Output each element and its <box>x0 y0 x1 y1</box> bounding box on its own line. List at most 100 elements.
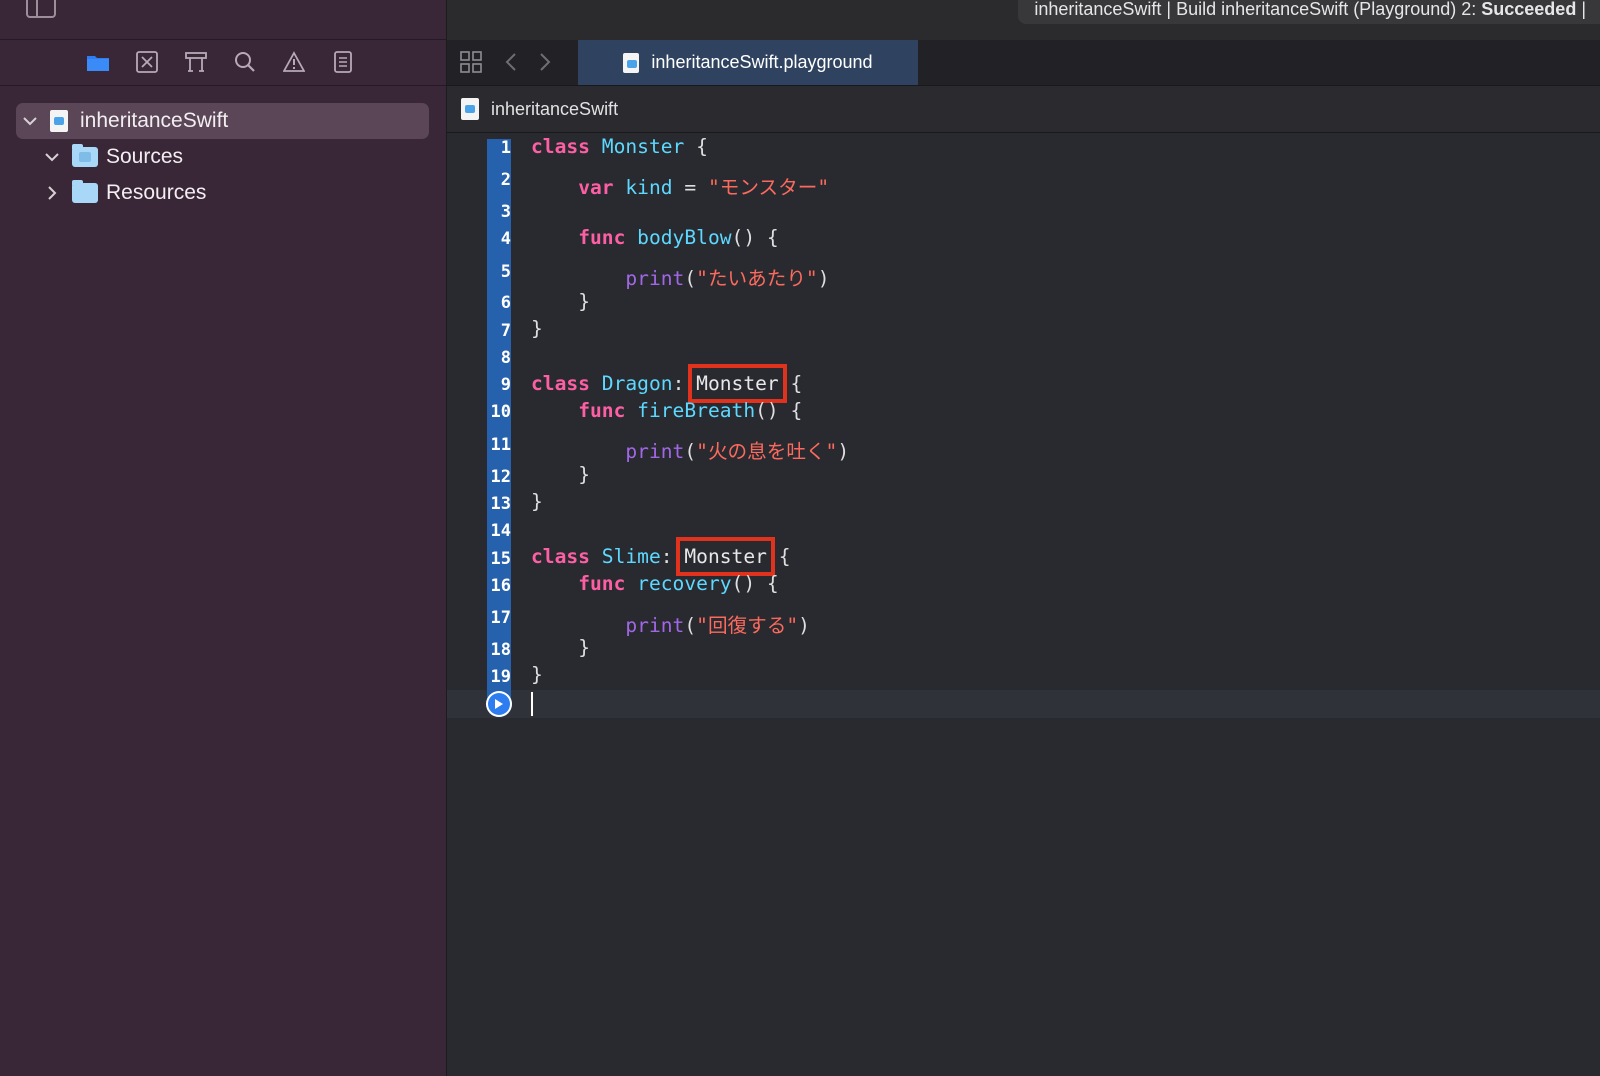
string-literal: "火の息を吐く" <box>696 440 838 463</box>
forward-arrow-icon[interactable] <box>533 50 557 74</box>
line-number: 19 <box>490 667 511 687</box>
line-number: 6 <box>500 293 511 313</box>
project-tree: inheritanceSwift Sources Resources <box>16 103 429 211</box>
type-name: Slime <box>601 545 661 568</box>
symbol-icon[interactable] <box>184 50 208 74</box>
tree-item-sources[interactable]: Sources <box>16 139 429 175</box>
folder-icon[interactable] <box>86 50 110 74</box>
back-arrow-icon[interactable] <box>499 50 523 74</box>
tree-item-resources[interactable]: Resources <box>16 175 429 211</box>
line-number: 1 <box>500 138 511 158</box>
tab-label: inheritanceSwift.playground <box>651 52 873 72</box>
punctuation: () { <box>731 572 779 595</box>
punctuation: { <box>766 545 791 568</box>
line-number: 9 <box>500 375 511 395</box>
divider <box>0 85 446 86</box>
superclass-highlight: Monster <box>676 537 775 576</box>
punctuation: () { <box>731 226 779 249</box>
code-line: print("回復する") <box>531 609 810 638</box>
keyword: func <box>578 226 626 249</box>
line-number: 2 <box>500 170 511 190</box>
code-line: } <box>531 490 543 513</box>
tree-item-label: Sources <box>106 145 184 168</box>
function-name: bodyBlow <box>637 226 732 249</box>
string-literal: "回復する" <box>696 614 799 637</box>
report-icon[interactable] <box>331 50 355 74</box>
chevron-down-icon[interactable] <box>44 149 60 165</box>
punctuation: () { <box>755 399 803 422</box>
navigator-sidebar: inheritanceSwift Sources Resources <box>0 0 447 1076</box>
source-control-icon[interactable] <box>135 50 159 74</box>
tab-playground[interactable]: inheritanceSwift.playground <box>578 40 918 85</box>
string-literal: "モンスター" <box>707 176 830 199</box>
search-icon[interactable] <box>233 50 257 74</box>
playground-file-icon <box>461 98 479 120</box>
editor-tab-bar: inheritanceSwift.playground <box>447 40 1600 86</box>
text-cursor <box>531 692 533 716</box>
function-name: recovery <box>637 572 732 595</box>
folder-icon <box>72 180 98 203</box>
type-name: Dragon <box>601 372 673 395</box>
source-editor[interactable]: 1 2 3 4 5 6 7 8 9 10 11 12 13 14 15 16 1… <box>447 133 1600 1076</box>
keyword: func <box>578 572 626 595</box>
chevron-down-icon[interactable] <box>22 113 38 129</box>
code-line: } <box>531 663 543 686</box>
code-line: class Dragon: Monster { <box>531 364 802 403</box>
punctuation: ) <box>837 440 850 463</box>
keyword: var <box>578 176 614 199</box>
punctuation: : <box>660 545 673 568</box>
line-number: 8 <box>500 348 511 368</box>
string-literal: "たいあたり" <box>696 267 818 290</box>
code-line: } <box>531 636 590 659</box>
code-line: func fireBreath() { <box>531 399 802 422</box>
punctuation: ( <box>684 614 697 637</box>
run-button[interactable] <box>486 691 512 717</box>
folder-icon <box>72 144 98 167</box>
tree-item-label: Resources <box>106 181 207 204</box>
code-line: func recovery() { <box>531 572 779 595</box>
line-number: 18 <box>490 640 511 660</box>
warning-icon[interactable] <box>282 50 306 74</box>
punctuation: } <box>531 490 543 513</box>
punctuation: { <box>684 135 708 158</box>
breadcrumb[interactable]: inheritanceSwift <box>491 99 618 120</box>
punctuation: } <box>531 663 543 686</box>
chevron-right-icon[interactable] <box>44 185 60 201</box>
function-call: print <box>625 614 685 637</box>
line-number: 10 <box>490 402 511 422</box>
play-icon <box>495 699 503 709</box>
line-number: 13 <box>490 494 511 514</box>
punctuation: ) <box>817 267 830 290</box>
operator: = <box>672 176 708 199</box>
activity-status: inheritanceSwift | Build inheritanceSwif… <box>1018 0 1600 24</box>
tree-item-label: inheritanceSwift <box>80 109 229 132</box>
code-line: class Slime: Monster { <box>531 537 791 576</box>
jump-bar[interactable]: inheritanceSwift <box>447 86 1600 133</box>
keyword: func <box>578 399 626 422</box>
navigator-tab-bar <box>86 50 355 74</box>
line-number: 4 <box>500 229 511 249</box>
playground-file-icon <box>50 110 68 132</box>
line-number: 14 <box>490 521 511 541</box>
keyword: class <box>531 135 590 158</box>
current-line-highlight <box>447 690 1600 718</box>
line-number: 12 <box>490 467 511 487</box>
code-line: } <box>531 290 590 313</box>
superclass-highlight: Monster <box>688 364 787 403</box>
function-call: print <box>625 267 685 290</box>
keyword: class <box>531 545 590 568</box>
code-line: print("火の息を吐く") <box>531 435 849 464</box>
divider <box>0 39 446 40</box>
tree-item-project[interactable]: inheritanceSwift <box>16 103 429 139</box>
line-number: 17 <box>490 608 511 628</box>
line-number: 15 <box>490 549 511 569</box>
code-line: } <box>531 463 590 486</box>
punctuation: ( <box>684 440 697 463</box>
status-result: Succeeded <box>1481 0 1577 19</box>
punctuation: : <box>672 372 685 395</box>
punctuation: ) <box>798 614 810 637</box>
grid-icon[interactable] <box>459 50 483 74</box>
function-call: print <box>625 440 685 463</box>
line-number: 7 <box>500 321 511 341</box>
sidebar-toggle-icon[interactable] <box>26 0 56 18</box>
